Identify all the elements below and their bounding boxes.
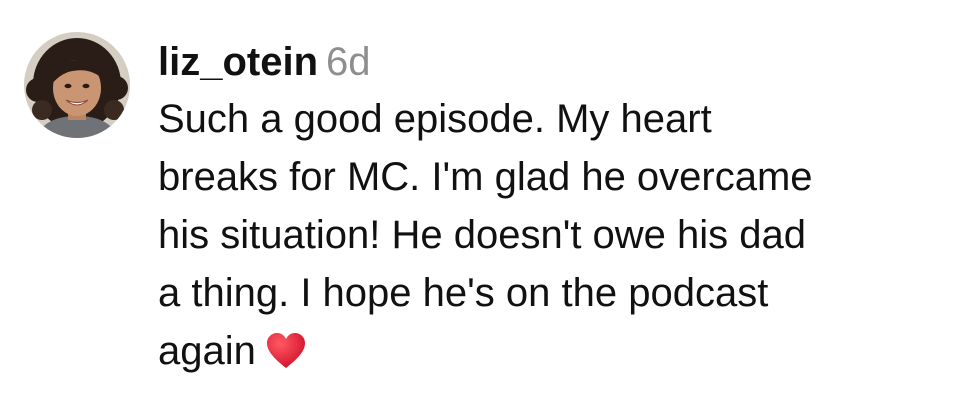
heart-icon: [266, 328, 306, 386]
comment-header: liz_otein 6d: [158, 36, 973, 88]
comment-line: a thing. I hope he's on the podcast: [158, 271, 769, 315]
timestamp[interactable]: 6d: [326, 40, 371, 84]
comment-content: liz_otein 6d Such a good episode. My hear…: [158, 36, 973, 386]
comment-text: Such a good episode. My heart breaks for…: [158, 90, 973, 386]
comment-line: breaks for MC. I'm glad he overcame: [158, 155, 813, 199]
comment-line-text: again: [158, 329, 256, 373]
comment-line: his situation! He doesn't owe his dad: [158, 213, 807, 257]
comment-line-last: again: [158, 322, 973, 386]
comment-line: Such a good episode. My heart: [158, 97, 712, 141]
comment: liz_otein 6d Such a good episode. My hear…: [0, 0, 980, 412]
avatar[interactable]: [24, 32, 130, 138]
avatar-image: [24, 32, 130, 138]
username-link[interactable]: liz_otein: [158, 40, 318, 84]
